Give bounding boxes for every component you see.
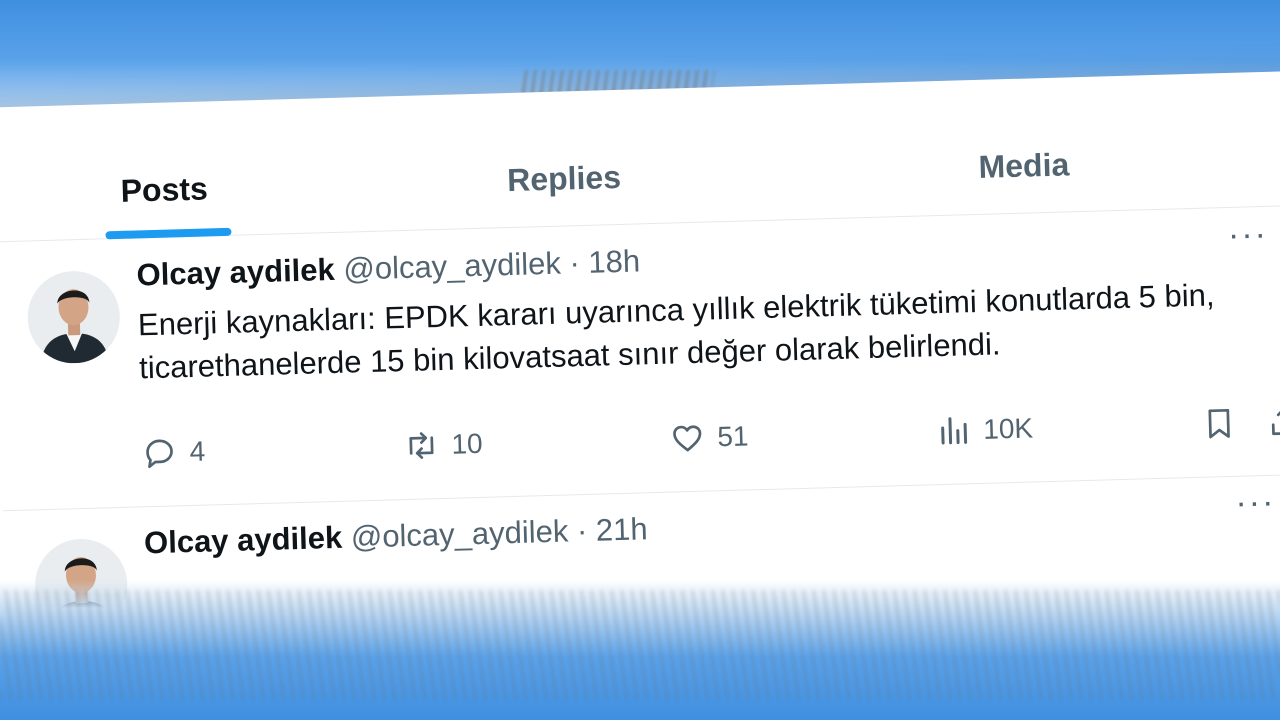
bookmark-button[interactable]: [1200, 399, 1237, 448]
like-count: 51: [716, 420, 749, 453]
repost-count: 10: [451, 427, 484, 460]
author-handle[interactable]: @olcay_aydilek: [350, 514, 568, 555]
tab-posts[interactable]: Posts: [0, 138, 336, 242]
screenshot-stage: Posts Replies Media Olcay aydilek @olcay…: [0, 0, 1280, 720]
header-separator: ·: [568, 245, 581, 281]
views-count: 10K: [982, 412, 1034, 445]
tweet-text: Enerji kaynakları: EPDK kararı uyarınca …: [137, 277, 1215, 386]
reply-count: 4: [189, 435, 206, 468]
post-time[interactable]: 21h: [595, 511, 648, 547]
author-handle[interactable]: @olcay_aydilek: [343, 246, 561, 287]
views-button[interactable]: 10K: [935, 404, 1034, 455]
repost-icon: [409, 432, 434, 459]
tab-replies[interactable]: Replies: [333, 125, 795, 233]
post-time[interactable]: 18h: [588, 243, 641, 279]
tweet[interactable]: Olcay aydilek @olcay_aydilek · 18h Enerj…: [0, 207, 1280, 512]
repost-button[interactable]: 10: [403, 420, 483, 470]
views-icon: [941, 417, 968, 445]
more-icon[interactable]: ···: [1235, 483, 1276, 522]
header-separator: ·: [576, 512, 588, 549]
tweet-actions: 4 10 51 10K: [141, 397, 1280, 477]
tab-media[interactable]: Media: [793, 112, 1255, 220]
avatar[interactable]: [26, 269, 122, 365]
tweet-body: Olcay aydilek @olcay_aydilek · 18h Enerj…: [136, 226, 1259, 389]
tweet-header: Olcay aydilek @olcay_aydilek · 21h: [144, 494, 1265, 561]
reply-icon: [146, 439, 173, 469]
share-button[interactable]: [1266, 397, 1280, 446]
more-icon[interactable]: ···: [1227, 215, 1268, 254]
profile-timeline-card: Posts Replies Media Olcay aydilek @olcay…: [0, 70, 1280, 712]
like-icon: [673, 425, 702, 452]
reply-button[interactable]: 4: [141, 428, 206, 478]
avatar-portrait-icon: [26, 269, 122, 365]
like-button[interactable]: 51: [669, 412, 749, 462]
share-icon: [1271, 406, 1280, 436]
tab-media-label: Media: [978, 146, 1070, 185]
tab-posts-label: Posts: [120, 170, 209, 209]
tab-replies-label: Replies: [506, 158, 622, 199]
bottom-motion-streak: [0, 590, 1280, 700]
bookmark-icon: [1208, 408, 1230, 439]
tweet-body: Olcay aydilek @olcay_aydilek · 21h: [144, 494, 1265, 561]
author-name[interactable]: Olcay aydilek: [136, 252, 335, 293]
author-name[interactable]: Olcay aydilek: [144, 520, 343, 561]
